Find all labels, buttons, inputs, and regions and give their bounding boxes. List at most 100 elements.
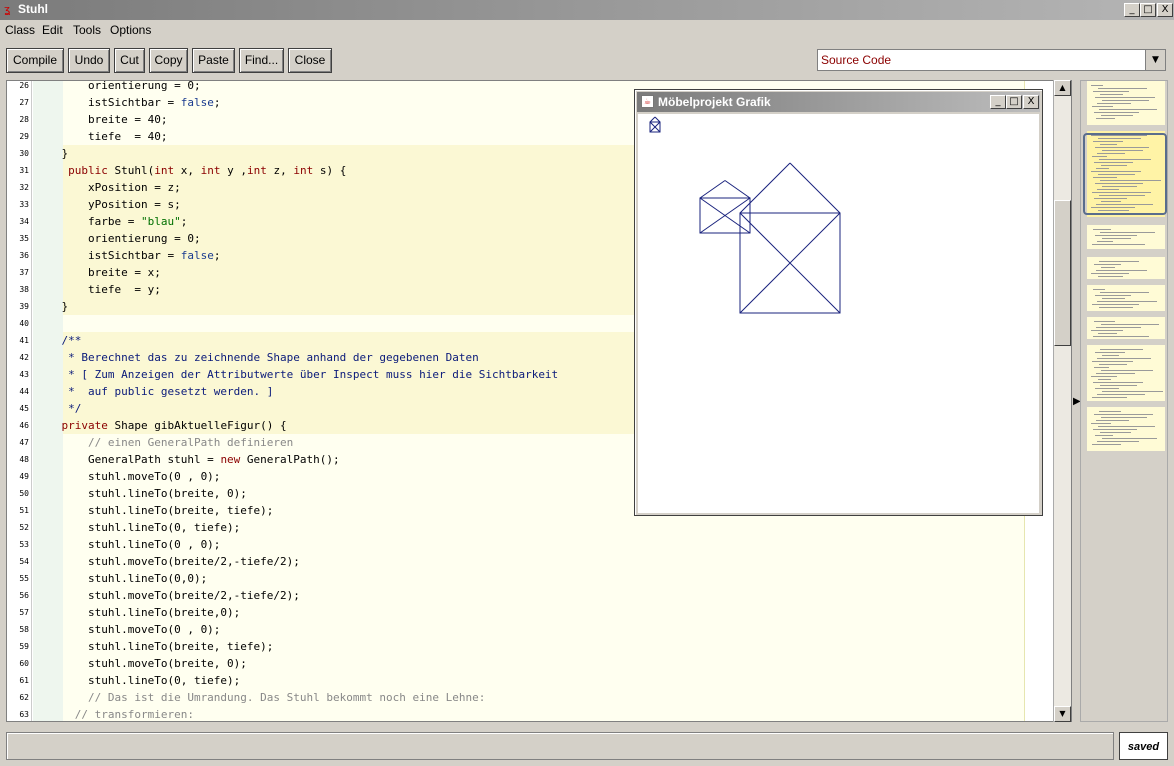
nav-mini-line bbox=[1101, 267, 1115, 268]
scroll-up-button[interactable]: ▲ bbox=[1054, 80, 1071, 96]
nav-mini-line bbox=[1101, 115, 1133, 116]
graphic-minimize-button[interactable]: _ bbox=[990, 95, 1006, 109]
graphic-window-titlebar[interactable]: ☕ Möbelprojekt Grafik _ □ X bbox=[637, 92, 1040, 112]
nav-mini-line bbox=[1099, 109, 1157, 110]
code-text: stuhl.moveTo(0 , 0); bbox=[35, 623, 221, 636]
scroll-thumb[interactable] bbox=[1054, 200, 1071, 346]
undo-button[interactable]: Undo bbox=[68, 48, 110, 73]
nav-mini-line bbox=[1096, 373, 1135, 374]
close-window-button[interactable]: X bbox=[1157, 3, 1173, 17]
paste-button[interactable]: Paste bbox=[192, 48, 235, 73]
nav-mini-line bbox=[1102, 238, 1131, 239]
nav-mini-line bbox=[1094, 414, 1153, 415]
line-number: 28 bbox=[19, 115, 29, 124]
maximize-button[interactable]: □ bbox=[1140, 3, 1156, 17]
nav-mini-line bbox=[1093, 91, 1129, 92]
code-text: } bbox=[35, 147, 69, 160]
chevron-down-icon[interactable]: ▼ bbox=[1145, 50, 1165, 70]
nav-mini-line bbox=[1097, 441, 1139, 442]
nav-mini-line bbox=[1099, 261, 1139, 262]
drawing-canvas[interactable] bbox=[638, 114, 1039, 513]
code-text: stuhl.moveTo(breite/2,-tiefe/2); bbox=[35, 555, 300, 568]
code-line[interactable]: 54 stuhl.moveTo(breite/2,-tiefe/2); bbox=[7, 553, 1053, 570]
compile-button[interactable]: Compile bbox=[6, 48, 64, 73]
window-title: Stuhl bbox=[18, 2, 48, 16]
minimize-button[interactable]: _ bbox=[1124, 3, 1140, 17]
code-line[interactable]: 58 stuhl.moveTo(0 , 0); bbox=[7, 621, 1053, 638]
code-text: /** bbox=[35, 334, 82, 347]
line-number: 44 bbox=[19, 387, 29, 396]
line-number: 47 bbox=[19, 438, 29, 447]
line-number: 36 bbox=[19, 251, 29, 260]
line-number: 30 bbox=[19, 149, 29, 158]
code-line[interactable]: 61 stuhl.lineTo(0, tiefe); bbox=[7, 672, 1053, 689]
line-number: 40 bbox=[19, 319, 29, 328]
line-number: 57 bbox=[19, 608, 29, 617]
code-text: // transformieren: bbox=[35, 708, 194, 721]
nav-mini-line bbox=[1096, 327, 1141, 328]
line-number: 62 bbox=[19, 693, 29, 702]
line-number: 60 bbox=[19, 659, 29, 668]
graphic-maximize-button[interactable]: □ bbox=[1006, 95, 1022, 109]
code-line[interactable]: 59 stuhl.lineTo(breite, tiefe); bbox=[7, 638, 1053, 655]
line-number: 56 bbox=[19, 591, 29, 600]
code-text: breite = 40; bbox=[35, 113, 168, 126]
nav-mini-line bbox=[1092, 397, 1127, 398]
line-number: 34 bbox=[19, 217, 29, 226]
menu-edit[interactable]: Edit bbox=[42, 23, 63, 37]
code-text: stuhl.lineTo(0, tiefe); bbox=[35, 521, 241, 534]
line-number: 54 bbox=[19, 557, 29, 566]
view-select[interactable]: Source Code ▼ bbox=[817, 49, 1166, 71]
find-button[interactable]: Find... bbox=[239, 48, 284, 73]
code-line[interactable]: 52 stuhl.lineTo(0, tiefe); bbox=[7, 519, 1053, 536]
line-number: 32 bbox=[19, 183, 29, 192]
close-button[interactable]: Close bbox=[288, 48, 332, 73]
nav-mini-line bbox=[1098, 333, 1117, 334]
copy-button[interactable]: Copy bbox=[149, 48, 188, 73]
bluej-app-icon: ʓ bbox=[4, 3, 11, 16]
menu-class[interactable]: Class bbox=[5, 23, 35, 37]
code-line[interactable]: 60 stuhl.moveTo(breite, 0); bbox=[7, 655, 1053, 672]
nav-mini-line bbox=[1102, 100, 1149, 101]
drawing-svg bbox=[649, 116, 841, 314]
menu-options[interactable]: Options bbox=[110, 23, 151, 37]
code-line[interactable]: 55 stuhl.lineTo(0,0); bbox=[7, 570, 1053, 587]
code-line[interactable]: 62 // Das ist die Umrandung. Das Stuhl b… bbox=[7, 689, 1053, 706]
line-number: 55 bbox=[19, 574, 29, 583]
code-navigation-view[interactable] bbox=[1080, 80, 1168, 722]
graphic-close-button[interactable]: X bbox=[1023, 95, 1039, 109]
window-titlebar[interactable]: ʓ Stuhl _ □ X bbox=[0, 0, 1174, 20]
line-number: 38 bbox=[19, 285, 29, 294]
code-text: yPosition = s; bbox=[35, 198, 181, 211]
line-number: 48 bbox=[19, 455, 29, 464]
nav-mini-line bbox=[1093, 289, 1105, 290]
nav-mini-line bbox=[1100, 385, 1137, 386]
editor-scrollbar[interactable]: ▲ ▼ bbox=[1053, 80, 1071, 722]
line-number: 27 bbox=[19, 98, 29, 107]
nav-mini-line bbox=[1098, 276, 1123, 277]
cut-button[interactable]: Cut bbox=[114, 48, 145, 73]
line-number: 31 bbox=[19, 166, 29, 175]
nav-mini-line bbox=[1092, 361, 1133, 362]
chair-large bbox=[739, 162, 841, 314]
nav-mini-line bbox=[1096, 118, 1115, 119]
code-line[interactable]: 57 stuhl.lineTo(breite,0); bbox=[7, 604, 1053, 621]
graphic-window[interactable]: ☕ Möbelprojekt Grafik _ □ X bbox=[634, 89, 1043, 516]
nav-viewport-frame[interactable] bbox=[1083, 133, 1167, 215]
code-line[interactable]: 53 stuhl.lineTo(0 , 0); bbox=[7, 536, 1053, 553]
nav-mini-line bbox=[1098, 426, 1155, 427]
code-text: stuhl.lineTo(0 , 0); bbox=[35, 538, 221, 551]
nav-mini-line bbox=[1093, 336, 1149, 337]
code-text: tiefe = 40; bbox=[35, 130, 168, 143]
line-number: 29 bbox=[19, 132, 29, 141]
code-text: istSichtbar = false; bbox=[35, 249, 221, 262]
menu-tools[interactable]: Tools bbox=[73, 23, 101, 37]
nav-mini-line bbox=[1098, 88, 1147, 89]
code-text: // Das ist die Umrandung. Das Stuhl beko… bbox=[35, 691, 486, 704]
code-line[interactable]: 56 stuhl.moveTo(breite/2,-tiefe/2); bbox=[7, 587, 1053, 604]
code-text: * Berechnet das zu zeichnende Shape anha… bbox=[35, 351, 479, 364]
scroll-down-button[interactable]: ▼ bbox=[1054, 706, 1071, 722]
nav-mini-line bbox=[1092, 244, 1145, 245]
line-number: 59 bbox=[19, 642, 29, 651]
code-line[interactable]: 63 // transformieren: bbox=[7, 706, 1053, 721]
